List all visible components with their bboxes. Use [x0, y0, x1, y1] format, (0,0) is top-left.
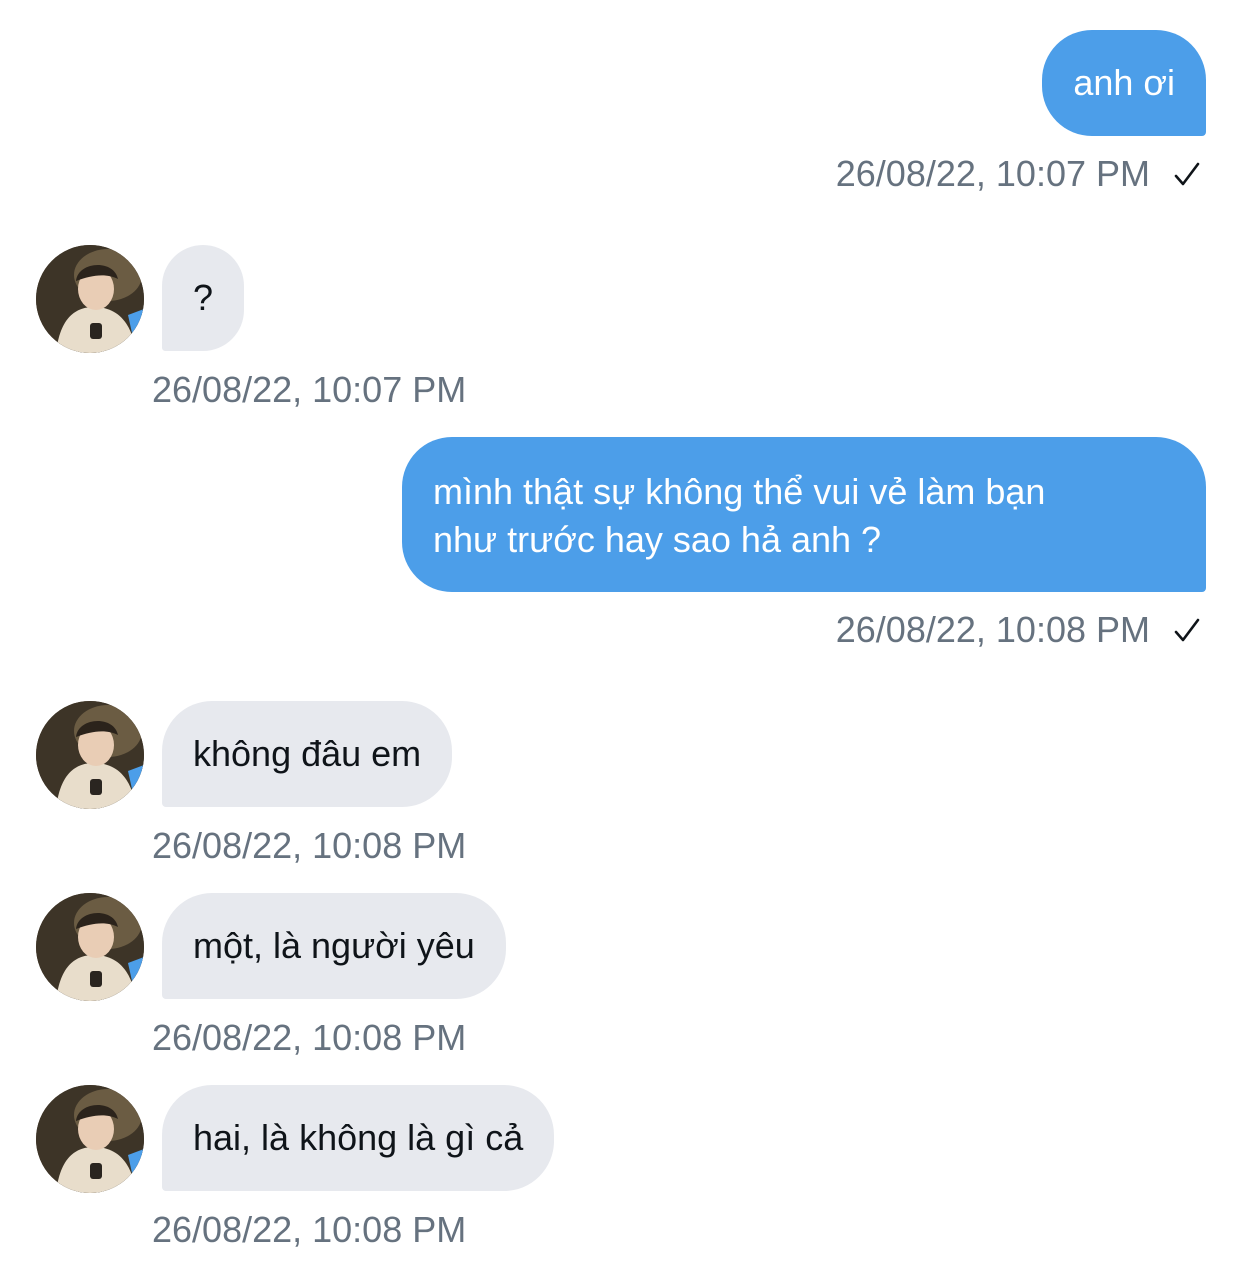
message-text-line: như trước hay sao hả anh ?: [433, 519, 882, 560]
message-timestamp: 26/08/22, 10:08 PM: [152, 1209, 467, 1250]
sent-message-bubble[interactable]: anh ơi: [1042, 30, 1206, 136]
checkmark-icon: [1170, 152, 1206, 196]
message-timestamp: 26/08/22, 10:07 PM: [152, 369, 467, 410]
message-text: anh ơi: [1073, 62, 1175, 103]
received-message-bubble[interactable]: một, là người yêu: [162, 893, 506, 999]
message-text: hai, là không là gì cả: [193, 1117, 524, 1158]
message-timestamp: 26/08/22, 10:08 PM: [152, 825, 467, 866]
message-text-line: mình thật sự không thể vui vẻ làm bạn: [433, 471, 1046, 512]
message-timestamp: 26/08/22, 10:08 PM: [152, 1017, 467, 1058]
received-message-bubble[interactable]: không đâu em: [162, 701, 453, 807]
sent-message-bubble[interactable]: mình thật sự không thể vui vẻ làm bạn nh…: [402, 437, 1206, 592]
message-text: một, là người yêu: [193, 925, 475, 966]
avatar[interactable]: [36, 245, 144, 353]
avatar[interactable]: [36, 701, 144, 809]
received-message-bubble[interactable]: hai, là không là gì cả: [162, 1085, 555, 1191]
avatar[interactable]: [36, 893, 144, 1001]
message-text: không đâu em: [193, 733, 422, 774]
message-timestamp: 26/08/22, 10:08 PM: [835, 609, 1150, 650]
avatar[interactable]: [36, 1085, 144, 1193]
checkmark-icon: [1170, 608, 1206, 652]
message-text: ?: [193, 277, 214, 318]
received-message-bubble[interactable]: ?: [162, 245, 245, 351]
message-timestamp: 26/08/22, 10:07 PM: [835, 153, 1150, 194]
